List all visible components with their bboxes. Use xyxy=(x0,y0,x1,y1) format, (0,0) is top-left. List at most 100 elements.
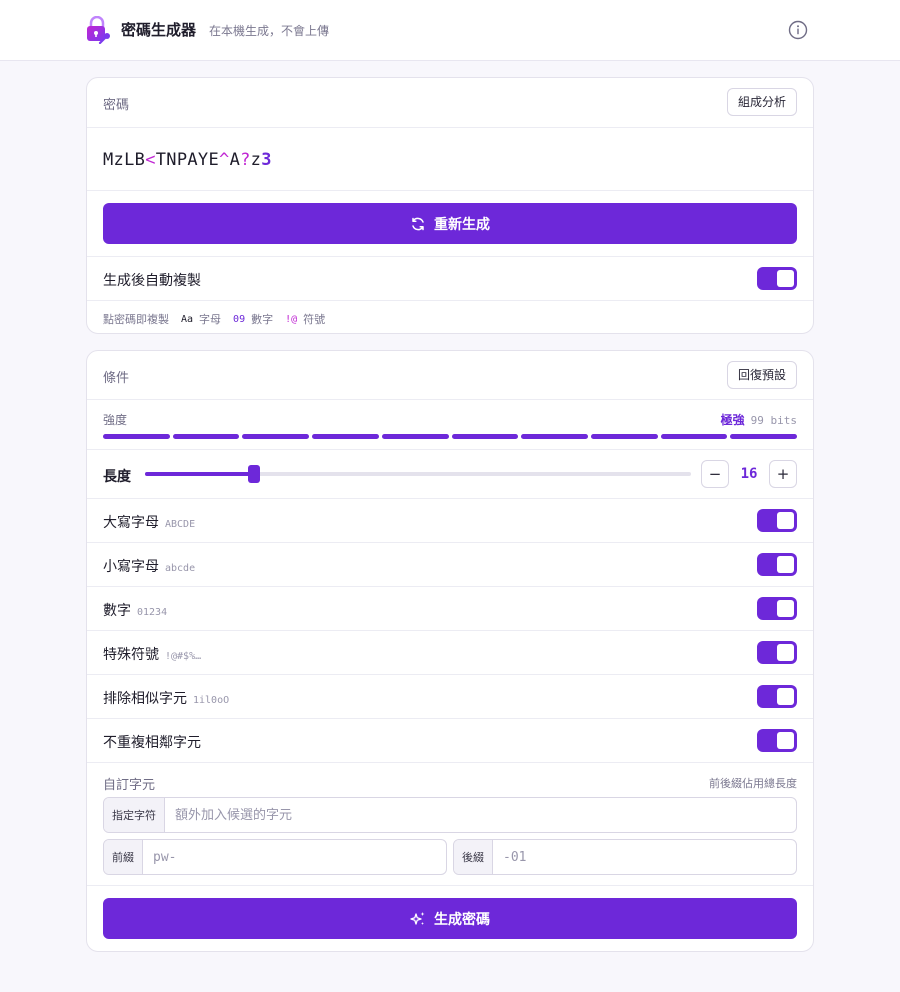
toggle-hint: ABCDE xyxy=(165,519,196,530)
password-letter: A xyxy=(187,150,198,170)
toggle-no-repeat[interactable] xyxy=(757,729,797,752)
custom-chars-label: 自訂字元 xyxy=(103,778,156,793)
regenerate-label: 重新生成 xyxy=(434,216,490,233)
strength-segment xyxy=(521,434,588,439)
password-letter: P xyxy=(176,150,188,170)
digits-code: 09 xyxy=(233,313,246,325)
length-label: 長度 xyxy=(103,469,131,485)
letters-code: Aa xyxy=(181,313,194,325)
toggle-exclude-similar[interactable] xyxy=(757,685,797,708)
prefix-addon: 前綴 xyxy=(104,840,143,874)
strength-row: 強度 極強 99 bits xyxy=(87,400,813,450)
prefix-input[interactable] xyxy=(143,840,446,874)
toggle-symbols[interactable] xyxy=(757,641,797,664)
app-header: 密碼生成器 在本機生成，不會上傳 xyxy=(0,0,900,61)
password-section-label: 密碼 xyxy=(103,98,130,113)
password-letter: Y xyxy=(197,150,209,170)
toggle-row-symbols: 特殊符號 !@#$%… xyxy=(87,631,813,675)
password-output[interactable]: MzLB<TNPAYE^A?z3 xyxy=(103,150,272,170)
strength-segment xyxy=(312,434,379,439)
password-display-row: MzLB<TNPAYE^A?z3 xyxy=(87,128,813,191)
password-letter: B xyxy=(134,150,146,170)
password-letter: T xyxy=(155,150,167,170)
password-symbol: < xyxy=(145,150,156,170)
custom-chars-input[interactable] xyxy=(165,798,796,832)
strength-level: 極強 xyxy=(720,413,745,427)
toggle-digits[interactable] xyxy=(757,597,797,620)
padlock-key-icon xyxy=(87,16,110,44)
toggle-row-uppercase: 大寫字母 ABCDE xyxy=(87,499,813,543)
toggle-label-text: 不重複相鄰字元 xyxy=(103,735,201,751)
toggle-label-symbols: 特殊符號 !@#$%… xyxy=(103,644,201,664)
slider-fill xyxy=(145,472,255,476)
password-card: 密碼 組成分析 MzLB<TNPAYE^A?z3 重新生成 生成後自動複製 點密… xyxy=(86,77,814,334)
options-card: 條件 回復預設 強度 極強 99 bits 長度 − 16 + 大寫字母 ABCD… xyxy=(86,350,814,952)
toggle-knob xyxy=(777,600,794,617)
toggle-uppercase[interactable] xyxy=(757,509,797,532)
toggle-knob xyxy=(777,556,794,573)
toggle-lowercase[interactable] xyxy=(757,553,797,576)
toggle-knob xyxy=(777,512,794,529)
generate-button[interactable]: 生成密碼 xyxy=(103,898,797,939)
toggle-knob xyxy=(777,644,794,661)
reset-button[interactable]: 回復預設 xyxy=(726,361,797,389)
symbols-label: 符號 xyxy=(303,313,326,326)
strength-segment xyxy=(451,434,519,439)
toggle-label-exclude-similar: 排除相似字元 1il0oO xyxy=(103,688,229,708)
toggle-knob xyxy=(777,688,794,705)
analyze-button[interactable]: 組成分析 xyxy=(726,88,797,116)
suffix-addon: 後綴 xyxy=(454,840,493,874)
letters-label: 字母 xyxy=(199,313,222,326)
toggle-row-digits: 數字 01234 xyxy=(87,587,813,631)
custom-chars-section: 自訂字元 前後綴佔用總長度 指定字符 前綴 後綴 xyxy=(87,763,813,886)
symbols-code: !@ xyxy=(285,313,298,325)
strength-value: 極強 99 bits xyxy=(721,411,797,428)
generate-label: 生成密碼 xyxy=(434,911,490,928)
suffix-input[interactable] xyxy=(493,840,796,874)
password-symbol: ? xyxy=(240,150,251,170)
options-section-label: 條件 xyxy=(103,371,130,386)
toggle-knob xyxy=(777,270,794,287)
password-letter: A xyxy=(229,150,241,170)
length-increment-button[interactable]: + xyxy=(769,460,797,488)
toggle-label-text: 特殊符號 xyxy=(103,647,159,663)
toggle-hint: abcde xyxy=(165,563,196,574)
copy-hint: 點密碼即複製 xyxy=(103,313,169,326)
toggle-label-text: 大寫字母 xyxy=(103,515,159,531)
digits-label: 數字 xyxy=(251,313,274,326)
password-letter: z xyxy=(113,150,125,170)
password-letter: N xyxy=(166,150,177,170)
auto-copy-label: 生成後自動複製 xyxy=(103,273,201,289)
toggle-row-exclude-similar: 排除相似字元 1il0oO xyxy=(87,675,813,719)
toggle-label-lowercase: 小寫字母 abcde xyxy=(103,556,195,576)
sparkles-icon xyxy=(410,911,425,925)
toggle-label-no-repeat: 不重複相鄰字元 xyxy=(103,732,201,752)
toggle-row-no-repeat: 不重複相鄰字元 xyxy=(87,719,813,763)
generate-row: 生成密碼 xyxy=(87,886,813,951)
password-digit: 3 xyxy=(261,150,272,170)
toggle-label-text: 排除相似字元 xyxy=(103,691,187,707)
strength-segment xyxy=(242,434,310,439)
custom-chars-field: 指定字符 xyxy=(103,797,797,833)
length-row: 長度 − 16 + xyxy=(87,450,813,499)
password-letter: M xyxy=(103,150,114,170)
regenerate-button[interactable]: 重新生成 xyxy=(103,203,797,244)
strength-segment xyxy=(103,434,170,439)
toggle-label-text: 數字 xyxy=(103,603,131,619)
custom-chars-addon: 指定字符 xyxy=(104,798,165,832)
refresh-icon xyxy=(412,217,424,230)
auto-copy-toggle[interactable] xyxy=(757,267,797,290)
slider-thumb[interactable] xyxy=(248,465,261,483)
auto-copy-row: 生成後自動複製 xyxy=(87,257,813,301)
legend-row: 點密碼即複製 Aa 字母 09 數字 !@ 符號 xyxy=(87,301,813,333)
info-icon[interactable] xyxy=(787,19,809,41)
password-symbol: ^ xyxy=(219,150,230,170)
password-letter: L xyxy=(124,150,135,170)
regenerate-row: 重新生成 xyxy=(87,191,813,257)
length-value: 16 xyxy=(740,466,758,482)
strength-segment xyxy=(590,434,658,439)
strength-label: 強度 xyxy=(103,413,128,427)
length-decrement-button[interactable]: − xyxy=(701,460,729,488)
length-slider[interactable] xyxy=(145,464,691,484)
toggle-hint: 01234 xyxy=(137,607,168,618)
